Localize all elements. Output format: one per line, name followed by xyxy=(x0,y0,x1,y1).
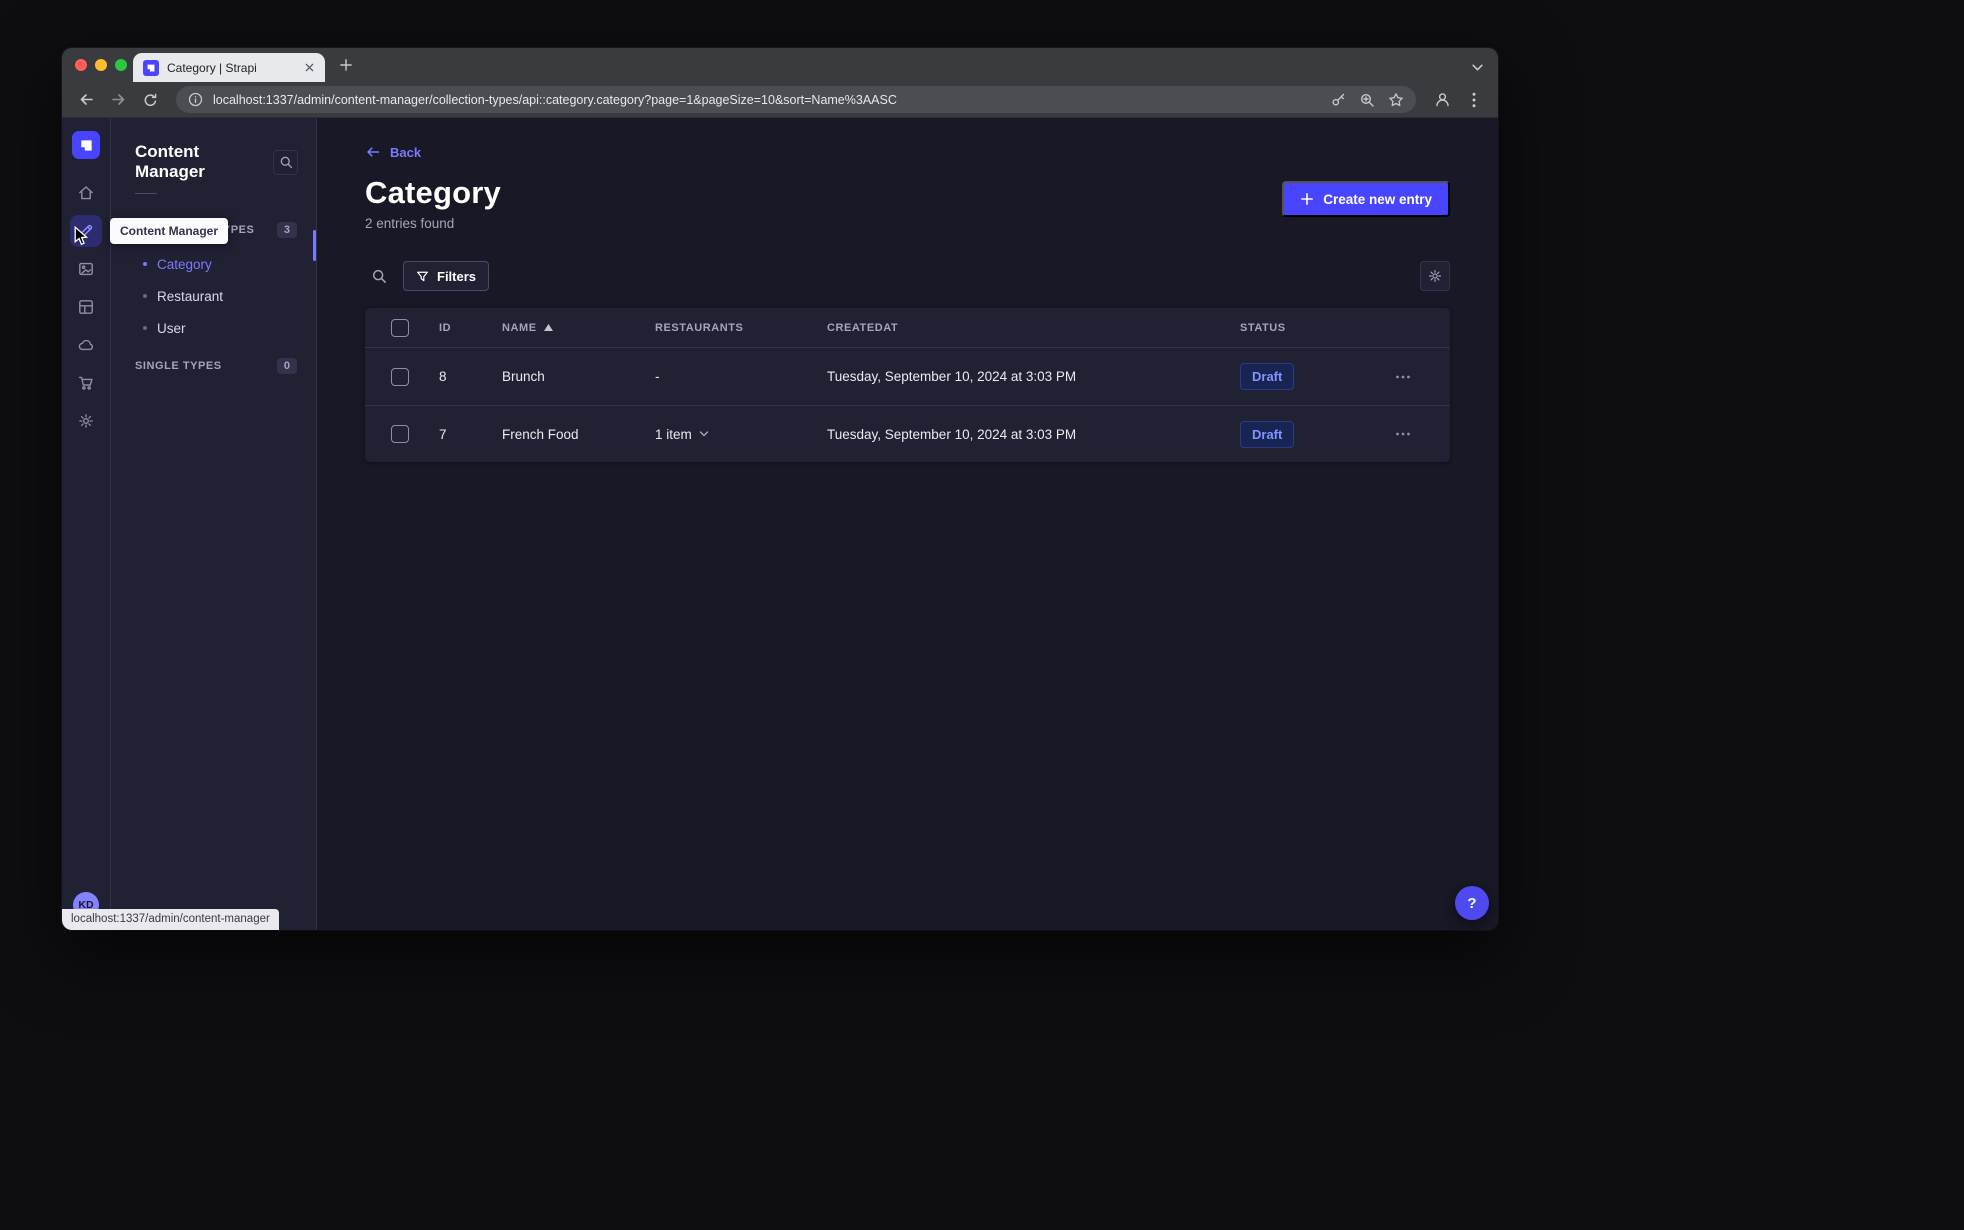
active-item-indicator xyxy=(313,230,316,261)
cell-name: French Food xyxy=(502,426,579,442)
cell-restaurants[interactable]: 1 item xyxy=(655,427,827,442)
nav-media-library-icon[interactable] xyxy=(70,253,102,285)
sidebar-item-user[interactable]: User xyxy=(111,312,316,344)
single-types-label: SINGLE TYPES xyxy=(135,360,222,372)
sidebar-item-restaurant[interactable]: Restaurant xyxy=(111,280,316,312)
collection-types-count-badge: 3 xyxy=(276,222,297,238)
sidebar-item-label: User xyxy=(157,320,186,336)
filters-label: Filters xyxy=(437,268,477,284)
select-all-checkbox[interactable] xyxy=(391,318,409,337)
subnav-divider xyxy=(135,193,157,194)
single-types-count-badge: 0 xyxy=(276,358,297,374)
tab-search-chevron-icon[interactable] xyxy=(1471,61,1484,74)
create-new-entry-button[interactable]: Create new entry xyxy=(1282,181,1450,217)
filter-funnel-icon xyxy=(417,271,428,281)
entries-table: ID NAME RESTAURANTS CREATEDAT STATUS 8 B… xyxy=(365,308,1450,462)
bullet-icon xyxy=(143,326,147,330)
cell-id: 7 xyxy=(439,426,447,442)
column-header-status: STATUS xyxy=(1240,321,1286,334)
arrow-left-icon xyxy=(367,147,380,157)
url-text[interactable]: localhost:1337/admin/content-manager/col… xyxy=(213,93,1320,107)
column-header-id: ID xyxy=(439,321,452,334)
window-controls xyxy=(62,48,127,82)
column-header-createdat: CREATEDAT xyxy=(827,321,899,334)
back-link[interactable]: Back xyxy=(365,144,421,160)
table-header-row: ID NAME RESTAURANTS CREATEDAT STATUS xyxy=(365,308,1450,348)
tab-close-icon[interactable] xyxy=(301,60,317,76)
bullet-icon xyxy=(143,294,147,298)
minimize-window-button[interactable] xyxy=(95,59,107,71)
gear-icon xyxy=(1428,269,1442,283)
cell-createdat: Tuesday, September 10, 2024 at 3:03 PM xyxy=(827,426,1077,442)
browser-toolbar: localhost:1337/admin/content-manager/col… xyxy=(62,82,1498,118)
status-badge: Draft xyxy=(1240,363,1295,390)
strapi-logo[interactable] xyxy=(72,131,100,159)
site-info-icon[interactable] xyxy=(188,92,203,107)
nav-deploy-cloud-icon[interactable] xyxy=(70,329,102,361)
nav-marketplace-icon[interactable] xyxy=(70,367,102,399)
row-actions-button[interactable] xyxy=(1390,421,1416,447)
table-search-button[interactable] xyxy=(365,262,393,290)
main-content: Back Category 2 entries found Create new… xyxy=(317,118,1498,930)
back-label: Back xyxy=(390,144,422,160)
row-checkbox[interactable] xyxy=(391,425,409,443)
status-badge: Draft xyxy=(1240,420,1295,448)
nav-content-type-builder-icon[interactable] xyxy=(70,291,102,323)
cell-restaurants: - xyxy=(655,369,660,384)
address-bar[interactable]: localhost:1337/admin/content-manager/col… xyxy=(176,86,1416,113)
nav-settings-gear-icon[interactable] xyxy=(70,405,102,437)
create-new-entry-label: Create new entry xyxy=(1323,191,1432,207)
cell-createdat: Tuesday, September 10, 2024 at 3:03 PM xyxy=(827,369,1077,384)
cell-name: Brunch xyxy=(502,369,545,384)
subnav-title: Content Manager xyxy=(135,142,205,181)
zoom-icon[interactable] xyxy=(1359,92,1375,108)
cell-id: 8 xyxy=(439,369,447,384)
entries-count: 2 entries found xyxy=(365,216,455,231)
close-window-button[interactable] xyxy=(75,59,87,71)
sidebar-item-label: Category xyxy=(157,256,212,272)
ellipsis-icon xyxy=(1396,375,1410,378)
subnav-search-button[interactable] xyxy=(273,149,298,175)
browser-status-bar: localhost:1337/admin/content-manager xyxy=(62,909,279,930)
forward-button[interactable] xyxy=(104,86,132,114)
row-checkbox[interactable] xyxy=(391,367,409,386)
password-key-icon[interactable] xyxy=(1330,92,1346,108)
profile-icon[interactable] xyxy=(1428,86,1456,114)
browser-menu-icon[interactable] xyxy=(1460,86,1488,114)
back-button[interactable] xyxy=(72,86,100,114)
browser-window: Category | Strapi localhost:1337/admin/c… xyxy=(62,48,1498,930)
refresh-button[interactable] xyxy=(136,86,164,114)
column-header-name[interactable]: NAME xyxy=(502,322,655,334)
tab-title: Category | Strapi xyxy=(167,60,257,75)
table-row[interactable]: 7 French Food 1 item Tuesday, September … xyxy=(365,405,1450,462)
sort-ascending-icon[interactable] xyxy=(543,324,553,331)
sidebar-item-category[interactable]: Category xyxy=(111,248,316,280)
strapi-admin-app: KD Content Manager COLLECTION TYPES 3 Ca… xyxy=(62,118,1498,930)
ellipsis-icon xyxy=(1396,432,1410,436)
column-header-restaurants: RESTAURANTS xyxy=(655,321,744,334)
tab-strip: Category | Strapi xyxy=(62,48,1498,82)
table-row[interactable]: 8 Brunch - Tuesday, September 10, 2024 a… xyxy=(365,348,1450,405)
strapi-favicon xyxy=(143,59,159,76)
new-tab-button[interactable] xyxy=(333,52,359,78)
bullet-icon xyxy=(143,262,147,266)
sidebar-item-label: Restaurant xyxy=(157,288,224,304)
plus-icon xyxy=(1301,193,1314,205)
mouse-cursor xyxy=(74,226,90,247)
filters-button[interactable]: Filters xyxy=(403,261,490,291)
browser-tab[interactable]: Category | Strapi xyxy=(133,53,325,82)
bookmark-star-icon[interactable] xyxy=(1388,92,1404,108)
single-types-section: SINGLE TYPES 0 xyxy=(111,358,316,374)
view-settings-button[interactable] xyxy=(1420,261,1450,291)
page-title: Category xyxy=(365,175,501,210)
chevron-down-icon xyxy=(699,430,709,438)
content-manager-tooltip: Content Manager xyxy=(110,218,229,244)
zoom-window-button[interactable] xyxy=(115,59,127,71)
help-button[interactable]: ? xyxy=(1455,886,1489,920)
row-actions-button[interactable] xyxy=(1390,364,1416,390)
nav-home-icon[interactable] xyxy=(70,177,102,209)
